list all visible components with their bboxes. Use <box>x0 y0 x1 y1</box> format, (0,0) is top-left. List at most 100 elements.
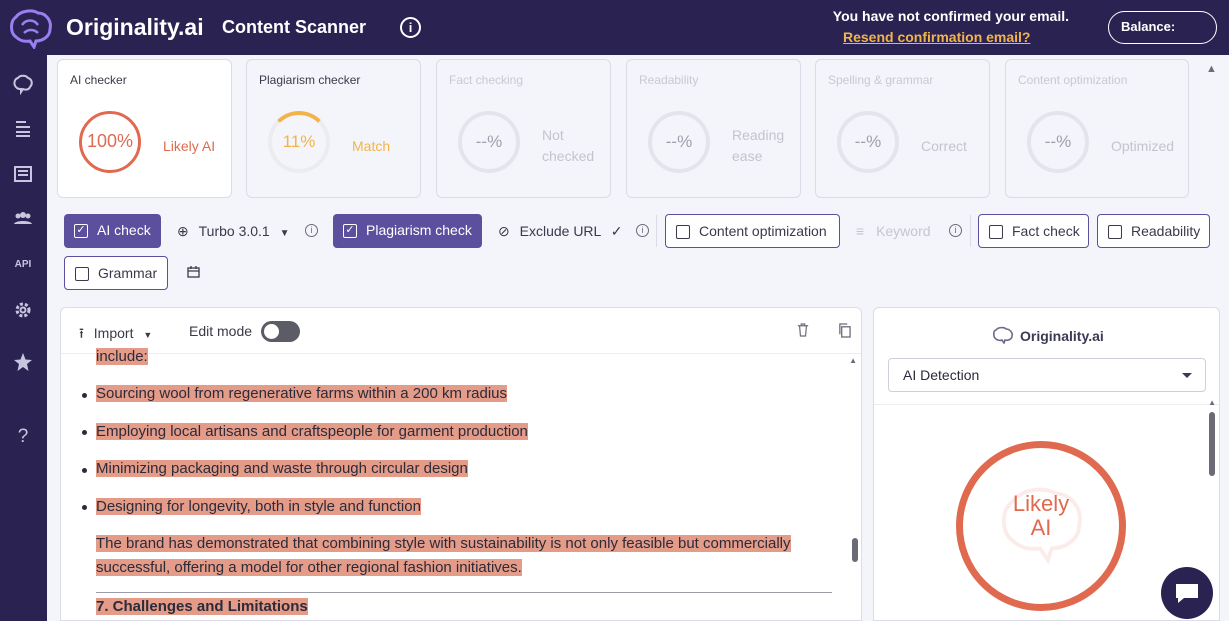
highlighted-text: The brand has demonstrated that combinin… <box>96 535 791 552</box>
scroll-up-arrow[interactable]: ▲ <box>1208 398 1216 407</box>
divider <box>96 592 832 593</box>
readability-label: Readability <box>1131 223 1201 239</box>
highlighted-text: 7. Challenges and Limitations <box>96 598 308 615</box>
exclude-url-label: Exclude URL <box>519 223 601 239</box>
readability-card[interactable]: Readability --% Reading ease <box>626 59 801 198</box>
result-line: Likely <box>1012 491 1070 516</box>
tune-icon: ≡ <box>856 223 865 239</box>
bullet <box>82 468 87 473</box>
ai-check-toggle[interactable]: ✓ AI check <box>64 214 161 248</box>
fact-score-ring: --% <box>458 111 520 173</box>
list-item: Sourcing wool from regenerative farms wi… <box>96 385 508 402</box>
link-off-icon: ⊘ <box>498 223 510 239</box>
ai-result-text: Likely AI <box>963 492 1119 540</box>
readability-toggle[interactable]: Readability <box>1097 214 1210 248</box>
brain-logo-icon <box>992 326 1013 344</box>
chat-button[interactable] <box>1161 567 1213 619</box>
detection-type-select[interactable]: AI Detection <box>888 358 1206 392</box>
ai-checker-card[interactable]: AI checker 100% Likely AI <box>57 59 232 198</box>
help-nav-item[interactable]: ? <box>12 426 34 448</box>
plagiarism-score-ring: 11% <box>268 111 330 173</box>
keyword-label: Keyword <box>876 223 931 239</box>
grammar-result-label: Correct <box>921 138 967 154</box>
balance-button[interactable]: Balance: <box>1108 11 1217 44</box>
api-nav-item[interactable]: API <box>12 254 34 276</box>
highlighted-text: Designing for longevity, both in style a… <box>96 498 421 515</box>
brand-name[interactable]: Originality.ai <box>66 14 204 41</box>
highlighted-text: Minimizing packaging and waste through c… <box>96 460 468 477</box>
fact-checking-card[interactable]: Fact checking --% Not checked <box>436 59 611 198</box>
chevron-down-icon: ▼ <box>279 228 290 239</box>
chat-icon <box>1176 584 1198 603</box>
info-icon[interactable]: i <box>949 224 962 237</box>
edit-mode-label: Edit mode <box>189 323 253 339</box>
scrollbar-thumb[interactable] <box>1209 412 1215 476</box>
brain-logo-icon[interactable] <box>8 7 54 49</box>
resend-confirmation-link[interactable]: Resend confirmation email? <box>843 29 1030 45</box>
chevron-down-icon <box>1182 373 1192 378</box>
ai-result-label: Likely AI <box>163 138 216 154</box>
scroll-up-arrow[interactable]: ▲ <box>849 356 857 365</box>
paragraph-line: successful, offering a model for other r… <box>96 559 522 576</box>
gear-icon[interactable] <box>12 299 34 321</box>
copy-icon[interactable] <box>838 323 852 339</box>
plagiarism-checker-card[interactable]: Plagiarism checker 11% Match <box>246 59 421 198</box>
label-line: ease <box>732 148 763 164</box>
check-icon: ✓ <box>610 223 623 239</box>
team-icon[interactable] <box>12 208 34 230</box>
globe-icon: ⊕ <box>177 223 189 239</box>
bullet <box>82 505 87 510</box>
card-title: Fact checking <box>449 73 524 87</box>
text-editor[interactable]: ⭱ Import ▼ Edit mode include: Sourcing w… <box>60 307 862 621</box>
fact-check-toggle[interactable]: Fact check <box>978 214 1089 248</box>
bullet <box>82 430 87 435</box>
calendar-icon[interactable] <box>187 266 200 278</box>
bullet <box>82 393 87 398</box>
divider <box>656 215 657 247</box>
checkbox-icon <box>676 225 690 239</box>
ai-result-ring: Likely AI <box>956 441 1126 611</box>
content-optimization-card[interactable]: Content optimization --% Optimized <box>1005 59 1189 198</box>
info-icon[interactable]: i <box>636 224 649 237</box>
brain-icon[interactable] <box>12 73 34 95</box>
library-icon[interactable] <box>12 163 34 185</box>
card-title: Spelling & grammar <box>828 73 934 87</box>
plagiarism-check-toggle[interactable]: ✓ Plagiarism check <box>333 214 482 248</box>
readability-score-ring: --% <box>648 111 710 173</box>
edit-mode-switch[interactable] <box>261 321 300 342</box>
top-bar: Originality.ai Content Scanner i You hav… <box>0 0 1229 55</box>
content-optimization-toggle[interactable]: Content optimization <box>665 214 840 248</box>
result-line: AI <box>1030 515 1052 540</box>
ai-score-ring: 100% <box>79 111 141 173</box>
ai-check-label: AI check <box>97 222 151 238</box>
info-icon[interactable]: i <box>400 17 421 38</box>
spelling-grammar-card[interactable]: Spelling & grammar --% Correct <box>815 59 990 198</box>
import-button[interactable]: ⭱ Import ▼ <box>79 323 152 347</box>
list-item: Employing local artisans and craftspeopl… <box>96 423 528 440</box>
keyword-field[interactable]: ≡ Keyword <box>856 220 931 242</box>
checkbox-icon <box>989 225 1003 239</box>
grammar-toggle[interactable]: Grammar <box>64 256 168 290</box>
chevron-up-icon[interactable]: ▲ <box>1206 63 1218 75</box>
highlighted-text: successful, offering a model for other r… <box>96 559 522 576</box>
panel-brand: Originality.ai <box>1020 328 1104 344</box>
info-icon[interactable]: i <box>305 224 318 237</box>
grammar-label: Grammar <box>98 265 158 281</box>
star-icon[interactable] <box>12 351 34 373</box>
label-line: Not <box>542 127 564 143</box>
content-optimization-label: Content optimization <box>699 223 827 239</box>
exclude-url-toggle[interactable]: ⊘ Exclude URL ✓ <box>498 220 622 242</box>
model-select[interactable]: ⊕ Turbo 3.0.1 ▼ <box>177 220 290 242</box>
highlighted-text: Sourcing wool from regenerative farms wi… <box>96 385 508 402</box>
scan-icon[interactable] <box>12 118 34 140</box>
email-notice: You have not confirmed your email. <box>832 8 1069 24</box>
upload-icon: ⭱ <box>79 325 84 341</box>
trash-icon[interactable] <box>797 323 811 339</box>
optimization-score-ring: --% <box>1027 111 1089 173</box>
fact-check-label: Fact check <box>1012 223 1080 239</box>
switch-knob <box>264 324 279 339</box>
divider <box>970 215 971 247</box>
scrollbar-thumb[interactable] <box>852 538 858 562</box>
list-item: Minimizing packaging and waste through c… <box>96 460 468 477</box>
sidebar: API ? <box>0 55 47 621</box>
